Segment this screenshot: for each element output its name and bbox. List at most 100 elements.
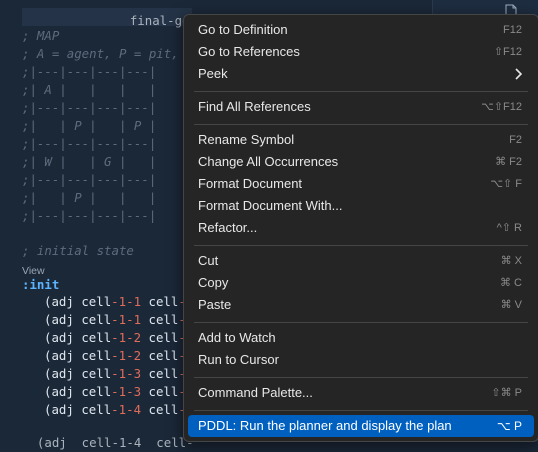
adj-token-dash2: -: [126, 294, 134, 309]
adj-token-dash: -: [111, 366, 119, 381]
menu-item-label: Paste: [198, 297, 232, 312]
adj-token-b: 2: [133, 348, 142, 363]
menu-separator: [194, 91, 528, 92]
menu-item-shortcut: ⌘ V: [500, 299, 522, 311]
menu-item-go-to-definition[interactable]: Go to Definition F12: [188, 19, 534, 41]
menu-item-peek[interactable]: Peek: [188, 63, 534, 85]
menu-item-format-document-with[interactable]: Format Document With...: [188, 195, 534, 217]
menu-item-label: Refactor...: [198, 220, 258, 235]
adj-token-next: cell: [141, 384, 179, 399]
menu-item-shortcut: ⌥⇧F12: [481, 101, 522, 113]
adj-token-dash: -: [111, 330, 119, 345]
adj-fact-line: (adj cell-1-2 cell-2: [44, 347, 193, 365]
adj-token-next: cell: [141, 348, 179, 363]
menu-item-label: Command Palette...: [198, 385, 313, 400]
adj-token-open: (adj: [44, 384, 82, 399]
adj-token-dash2: -: [126, 366, 134, 381]
adj-token-a: 1: [118, 384, 127, 399]
adj-token-a: 1: [118, 330, 127, 345]
menu-item-refactor[interactable]: Refactor... ^⇧ R: [188, 217, 534, 239]
map-grid-line: ;| A | | | |: [22, 82, 157, 97]
menu-separator: [194, 124, 528, 125]
adj-token-b: 3: [133, 366, 142, 381]
adj-token-cell: cell: [81, 348, 112, 363]
map-grid-line: ;|---|---|---|---|: [22, 136, 157, 151]
adj-token-open: (adj: [44, 294, 82, 309]
comment-legend: ; A = agent, P = pit, W: [22, 46, 194, 61]
init-keyword: :init: [22, 277, 60, 292]
menu-separator: [194, 377, 528, 378]
adj-token-open: (adj: [44, 402, 82, 417]
menu-item-pddl-run-planner[interactable]: PDDL: Run the planner and display the pl…: [188, 415, 534, 437]
menu-item-command-palette[interactable]: Command Palette... ⇧⌘ P: [188, 382, 534, 404]
menu-item-shortcut: ⌥⇧ F: [490, 178, 522, 190]
code-line-bottom: (adj cell-1-4 cell-: [22, 435, 194, 450]
menu-item-go-to-references[interactable]: Go to References ⇧F12: [188, 41, 534, 63]
map-grid-line: ;|---|---|---|---|: [22, 208, 157, 223]
menu-item-shortcut: F2: [509, 134, 522, 146]
menu-item-paste[interactable]: Paste ⌘ V: [188, 294, 534, 316]
menu-item-rename-symbol[interactable]: Rename Symbol F2: [188, 129, 534, 151]
menu-item-label: Go to Definition: [198, 22, 288, 37]
menu-separator: [194, 410, 528, 411]
map-grid-line: ;|---|---|---|---|: [22, 172, 157, 187]
menu-item-add-to-watch[interactable]: Add to Watch: [188, 327, 534, 349]
menu-item-label: Run to Cursor: [198, 352, 279, 367]
menu-item-label: Find All References: [198, 99, 311, 114]
adj-token-dash: -: [111, 402, 119, 417]
adj-token-a: 1: [118, 348, 127, 363]
adj-token-cell: cell: [81, 366, 112, 381]
context-menu: Go to Definition F12 Go to References ⇧F…: [183, 14, 538, 442]
menu-item-find-all-references[interactable]: Find All References ⌥⇧F12: [188, 96, 534, 118]
map-grid-line: ;| | P | | P |: [22, 118, 157, 133]
menu-item-shortcut: ⇧F12: [493, 46, 522, 58]
adj-token-dash: -: [111, 384, 119, 399]
map-grid-line: ;| | P | | |: [22, 190, 157, 205]
menu-item-cut[interactable]: Cut ⌘ X: [188, 250, 534, 272]
menu-item-run-to-cursor[interactable]: Run to Cursor: [188, 349, 534, 371]
adj-fact-line: (adj cell-1-2 cell-1: [44, 329, 193, 347]
adj-fact-line: (adj cell-1-3 cell-1: [44, 365, 193, 383]
menu-item-label: Rename Symbol: [198, 132, 295, 147]
menu-item-label: Cut: [198, 253, 219, 268]
adj-token-b: 2: [133, 330, 142, 345]
comment-initial-state: ; initial state: [22, 243, 134, 258]
menu-item-shortcut: ^⇧ R: [496, 222, 522, 234]
menu-item-label: Copy: [198, 275, 229, 290]
adj-token-next: cell: [141, 402, 179, 417]
adj-fact-line: (adj cell-1-1 cell-2: [44, 311, 193, 329]
code-line-top: final-gold final-arrow agent wumpus): [100, 0, 399, 28]
menu-item-change-all-occurrences[interactable]: Change All Occurrences ⌘ F2: [188, 151, 534, 173]
adj-token-next: cell: [141, 366, 179, 381]
adj-token-open: (adj: [44, 348, 82, 363]
adj-token-open: (adj: [44, 312, 82, 327]
menu-item-shortcut: ⌥ P: [496, 419, 522, 433]
adj-token-dash: -: [111, 312, 119, 327]
menu-item-copy[interactable]: Copy ⌘ C: [188, 272, 534, 294]
adj-token-dash: -: [111, 294, 119, 309]
adj-token-open: (adj: [44, 366, 82, 381]
adj-token-b: 3: [133, 384, 142, 399]
adj-token-dash2: -: [126, 330, 134, 345]
adj-token-cell: cell: [81, 384, 112, 399]
menu-item-format-document[interactable]: Format Document ⌥⇧ F: [188, 173, 534, 195]
menu-item-label: Go to References: [198, 44, 300, 59]
adj-token-dash2: -: [126, 384, 134, 399]
adj-token-cell: cell: [81, 312, 112, 327]
chevron-right-icon: [515, 68, 522, 80]
map-grid-line: ;|---|---|---|---|: [22, 64, 157, 79]
adj-fact-line: (adj cell-1-1 cell-1: [44, 293, 193, 311]
adj-token-dash2: -: [126, 312, 134, 327]
adj-token-a: 1: [118, 366, 127, 381]
map-grid-line: ;|---|---|---|---|: [22, 100, 157, 115]
adj-fact-line: (adj cell-1-3 cell-2: [44, 383, 193, 401]
adj-fact-line: (adj cell-1-4 cell-2: [44, 401, 193, 419]
adj-token-a: 1: [118, 294, 127, 309]
adj-token-b: 1: [133, 312, 142, 327]
adj-token-a: 1: [118, 402, 127, 417]
adj-token-a: 1: [118, 312, 127, 327]
menu-item-label: Format Document: [198, 176, 303, 191]
menu-item-shortcut: ⌘ X: [500, 255, 522, 267]
adj-token-b: 1: [133, 294, 142, 309]
adj-token-dash2: -: [126, 402, 134, 417]
